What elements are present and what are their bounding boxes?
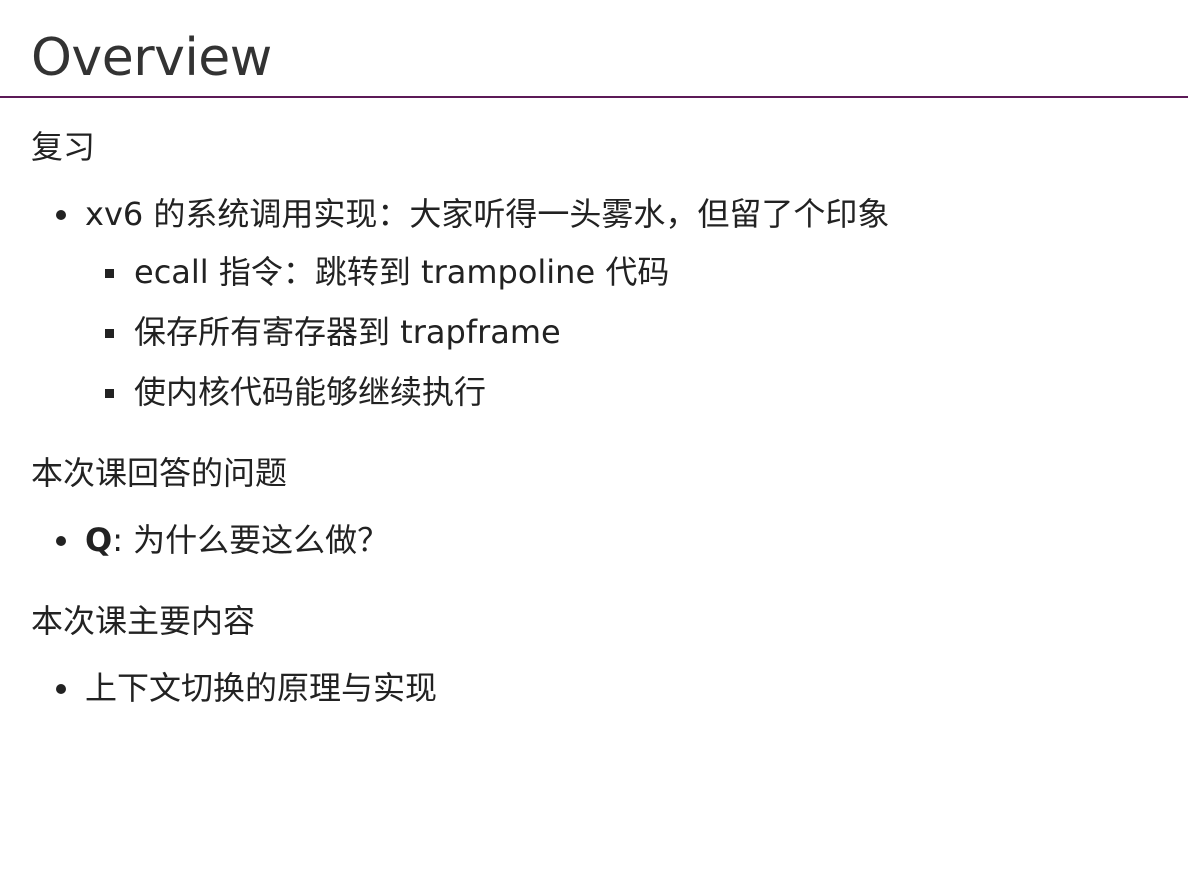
sub-list-item: 使内核代码能够继续执行 xyxy=(85,362,1151,422)
list-item: Q: 为什么要这么做？ xyxy=(31,510,1151,570)
sub-list-item: 保存所有寄存器到 trapframe xyxy=(85,302,1151,362)
list-item-text: 上下文切换的原理与实现 xyxy=(85,669,438,707)
title-divider xyxy=(0,96,1188,98)
question-list: Q: 为什么要这么做？ xyxy=(31,510,1151,570)
section-heading-question: 本次课回答的问题 xyxy=(31,454,288,492)
slide-title: Overview xyxy=(31,28,272,88)
list-item-text: xv6 的系统调用实现：大家听得一头雾水，但留了个印象 xyxy=(85,195,890,233)
slide: Overview 复习 xv6 的系统调用实现：大家听得一头雾水，但留了个印象 … xyxy=(0,0,1188,887)
bullet-square-icon xyxy=(105,389,114,398)
review-list: xv6 的系统调用实现：大家听得一头雾水，但留了个印象 ecall 指令：跳转到… xyxy=(31,184,1151,422)
sub-list-item-text: ecall 指令：跳转到 trampoline 代码 xyxy=(134,253,670,291)
main-list: 上下文切换的原理与实现 xyxy=(31,658,1151,718)
bullet-square-icon xyxy=(105,329,114,338)
list-item: 上下文切换的原理与实现 xyxy=(31,658,1151,718)
sub-list-item-text: 保存所有寄存器到 trapframe xyxy=(134,313,561,351)
section-heading-review: 复习 xyxy=(31,128,96,166)
bullet-dot-icon xyxy=(56,684,66,694)
sub-list-item: ecall 指令：跳转到 trampoline 代码 xyxy=(85,242,1151,302)
bullet-dot-icon xyxy=(56,210,66,220)
sub-list-item-text: 使内核代码能够继续执行 xyxy=(134,373,487,411)
bullet-square-icon xyxy=(105,269,114,278)
bullet-dot-icon xyxy=(56,536,66,546)
list-item: xv6 的系统调用实现：大家听得一头雾水，但留了个印象 ecall 指令：跳转到… xyxy=(31,184,1151,422)
question-label: Q xyxy=(85,521,113,559)
slide-content: 复习 xv6 的系统调用实现：大家听得一头雾水，但留了个印象 ecall 指令：… xyxy=(31,124,1151,746)
question-text: : 为什么要这么做？ xyxy=(112,521,390,559)
review-sublist: ecall 指令：跳转到 trampoline 代码 保存所有寄存器到 trap… xyxy=(85,242,1151,422)
section-heading-main: 本次课主要内容 xyxy=(31,602,256,640)
